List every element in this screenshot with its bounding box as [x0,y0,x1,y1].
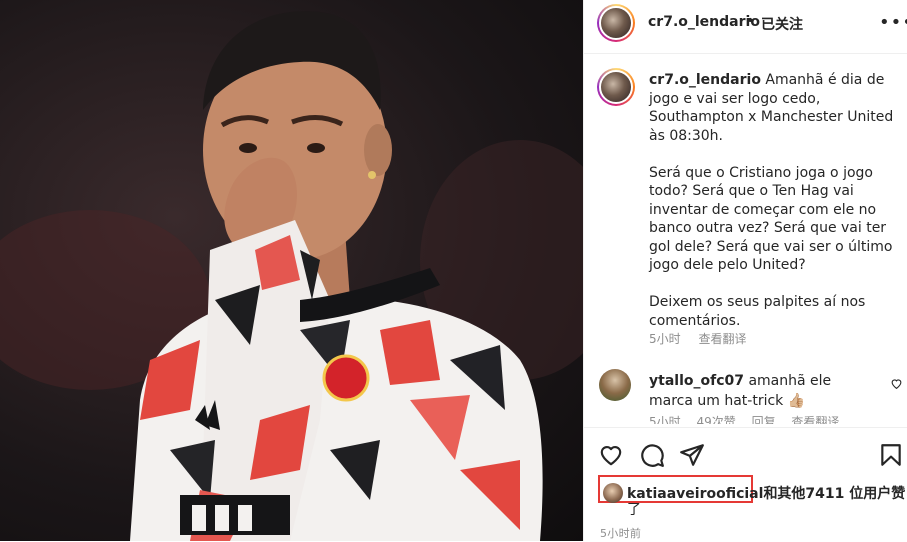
player-photo-illustration [0,11,583,541]
liker-username[interactable]: katiaaveirooficial [627,486,763,502]
likes-count-text[interactable]: 和其他7411 位用户赞 [763,486,905,502]
likes-wrap-text: 了 [627,502,641,518]
following-button[interactable]: 已关注 [761,14,803,34]
comment-meta: 5小时 49次赞 回复 查看翻译 [649,413,851,424]
comment-reply[interactable]: 回复 [752,415,776,424]
caption-translate-link[interactable]: 查看翻译 [698,332,746,346]
caption-author-avatar[interactable] [597,68,635,106]
heart-icon[interactable] [598,442,624,468]
post-caption: cr7.o_lendario Amanhã é dia de jogo e va… [649,71,899,349]
share-icon[interactable] [679,442,705,468]
caption-text-3: Deixem os seus palpites aí nos comentári… [649,294,866,329]
post-timestamp[interactable]: 5小时前 [600,525,641,541]
post-header: cr7.o_lendario • 已关注 ••• [584,0,907,54]
post-actions: katiaaveirooficial和其他7411 位用户赞 了 5小时前 [584,427,907,542]
commenter-avatar[interactable] [599,369,631,401]
more-options-icon[interactable]: ••• [879,12,907,33]
comment-translate-link[interactable]: 查看翻译 [791,415,839,424]
author-username[interactable]: cr7.o_lendario [648,14,760,30]
comment-likes[interactable]: 49次赞 [696,415,735,424]
liker-avatar[interactable] [603,483,623,503]
comment-icon[interactable] [639,442,665,468]
likes-summary[interactable]: katiaaveirooficial和其他7411 位用户赞 [627,483,905,503]
bookmark-icon[interactable] [878,442,904,468]
caption-username[interactable]: cr7.o_lendario [649,72,761,88]
author-avatar[interactable] [597,4,635,42]
comment: ytallo_ofc07 amanhã ele marca um hat-tri… [649,371,859,411]
separator-dot: • [746,13,755,29]
caption-meta: 5小时 查看翻译 [649,330,760,347]
comment-time: 5小时 [649,415,681,424]
caption-time: 5小时 [649,332,681,346]
comment-like-heart-icon[interactable] [890,377,903,394]
caption-text-2: Será que o Cristiano joga o jogo todo? S… [649,164,893,274]
post-image[interactable] [0,0,583,541]
comment-username[interactable]: ytallo_ofc07 [649,373,744,389]
post-details-panel: cr7.o_lendario • 已关注 ••• cr7.o_lendario … [583,0,907,541]
